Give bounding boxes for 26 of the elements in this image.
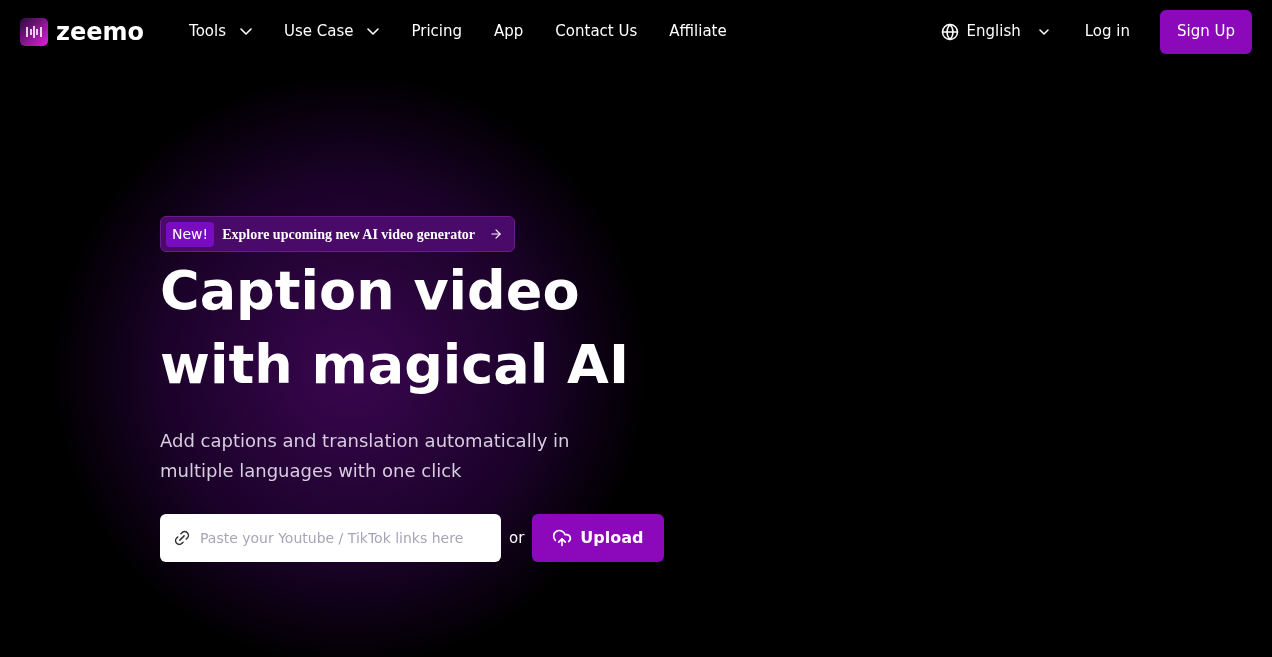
cloud-upload-icon xyxy=(552,528,573,548)
announcement-text: Explore upcoming new AI video generator xyxy=(222,225,476,244)
nav-link[interactable]: App xyxy=(494,20,524,43)
new-badge: New! xyxy=(166,221,215,247)
or-text: or xyxy=(509,527,525,549)
login-link[interactable]: Log in xyxy=(1084,20,1130,43)
hero-title-line: with magical AI xyxy=(160,332,629,398)
signup-button[interactable]: Sign Up xyxy=(1160,9,1252,54)
upload-button[interactable]: Upload xyxy=(532,514,664,562)
chevron-down-icon xyxy=(367,28,380,35)
hero-subtitle: Add captions and translation automatically in multiple languages with one click xyxy=(160,429,571,483)
nav-link[interactable]: Pricing xyxy=(411,20,463,43)
nav-link[interactable]: Affiliate xyxy=(669,20,727,43)
arrow-right-icon xyxy=(489,227,504,241)
nav-link[interactable]: Use Case xyxy=(284,20,380,43)
link-input-field[interactable]: Paste your Youtube / TikTok links here xyxy=(160,514,501,562)
brand-name: zeemo xyxy=(56,19,145,44)
nav-link[interactable]: Tools xyxy=(189,20,252,43)
logo-icon xyxy=(20,17,48,46)
chevron-down-icon xyxy=(1038,28,1049,35)
announcement-banner[interactable]: New! Explore upcoming new AI video generator xyxy=(160,216,516,252)
chevron-down-icon xyxy=(240,28,252,35)
hero-title-line: Caption video xyxy=(160,258,580,324)
globe-icon xyxy=(940,22,959,41)
language-selector[interactable]: English xyxy=(940,20,1049,43)
nav-link[interactable]: Contact Us xyxy=(555,20,638,43)
